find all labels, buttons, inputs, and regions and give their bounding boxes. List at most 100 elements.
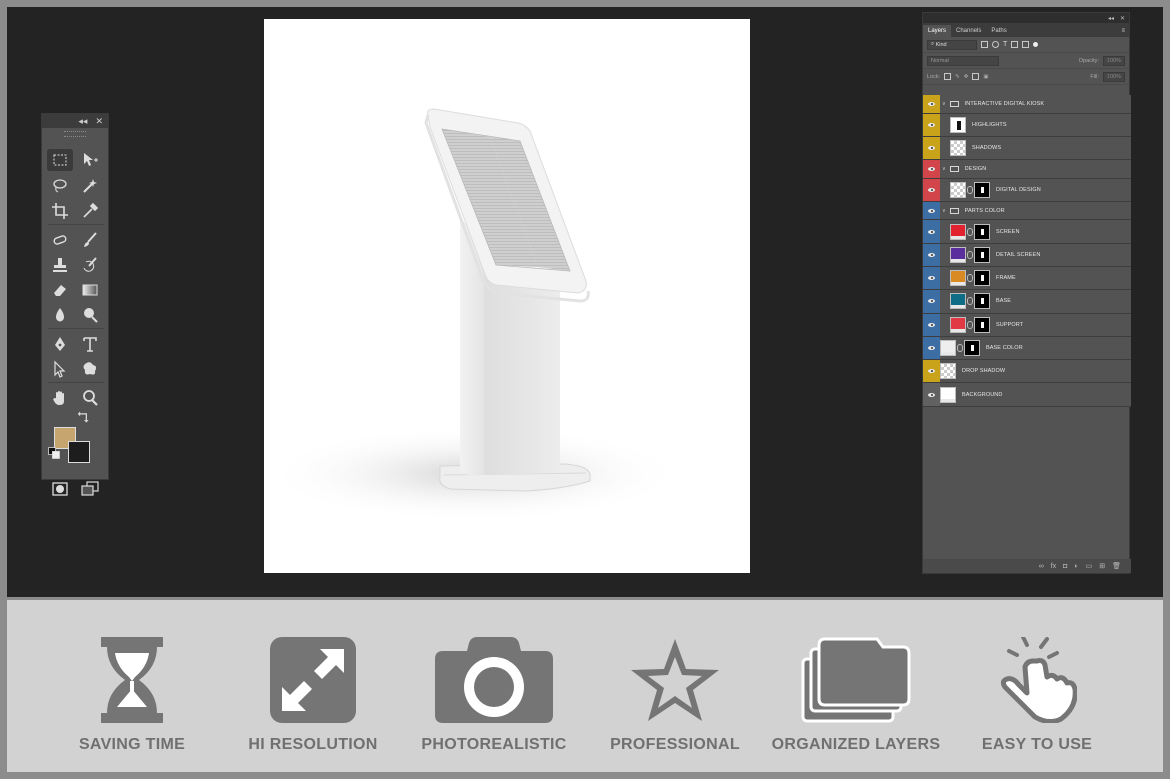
layer-row[interactable]: BACKGROUND [923,383,1131,407]
swap-colors-button[interactable] [77,411,91,423]
visibility-toggle[interactable] [923,95,940,113]
layer-row[interactable]: BASE COLOR [923,336,1131,361]
layer-mask-thumbnail[interactable] [974,270,990,287]
visibility-toggle[interactable] [923,243,940,266]
move-tool[interactable] [77,149,103,171]
layer-row[interactable]: DROP SHADOW [923,360,1131,384]
chevron-down-icon[interactable]: ∨ [942,101,946,107]
visibility-toggle[interactable] [923,266,940,290]
document-canvas[interactable] [264,19,750,573]
visibility-toggle[interactable] [923,220,940,243]
new-group-icon[interactable]: ▭ [1086,562,1093,570]
layer-row[interactable]: SCREEN [923,220,1131,244]
tab-paths[interactable]: Paths [986,25,1011,37]
visibility-toggle[interactable] [923,136,940,160]
delete-layer-icon[interactable]: 🗑 [1112,562,1121,570]
link-icon[interactable] [967,227,973,236]
visibility-toggle[interactable] [923,201,940,220]
lock-pixels-icon[interactable]: ✎ [955,74,960,80]
visibility-toggle[interactable] [923,360,940,383]
opacity-field[interactable]: 100% [1102,55,1125,66]
lock-transparent-icon[interactable] [944,73,952,80]
close-icon[interactable]: ✕ [95,116,103,126]
collapse-icon[interactable]: ◂◂ [1108,15,1114,22]
shape-filter-icon[interactable] [1011,41,1019,48]
visibility-toggle[interactable] [923,290,940,313]
adjustment-filter-icon[interactable] [992,41,999,48]
layer-row[interactable]: FRAME [923,266,1131,291]
layer-style-icon[interactable]: fx [1051,563,1056,570]
visibility-toggle[interactable] [923,336,940,360]
blur-tool[interactable] [47,304,73,326]
layer-group-row[interactable]: ∨ DESIGN [923,160,1131,179]
smart-object-filter-icon[interactable] [1022,41,1030,48]
healing-brush-tool[interactable] [47,229,73,251]
link-icon[interactable] [967,297,973,306]
crop-tool[interactable] [47,200,73,222]
layer-mask-thumbnail[interactable] [974,316,990,333]
collapse-icon[interactable]: ◂◂ [78,116,87,126]
lock-all-icon[interactable]: ▣ [983,74,988,80]
lock-position-icon[interactable]: ✥ [964,74,969,80]
lasso-tool[interactable] [47,175,73,197]
layer-group-row[interactable]: ∨ PARTS COLOR [923,201,1131,221]
layer-row[interactable]: DETAIL SCREEN [923,243,1131,267]
layer-row[interactable]: SUPPORT [923,313,1131,337]
visibility-toggle[interactable] [923,313,940,336]
pixel-filter-icon[interactable] [981,41,988,48]
visibility-toggle[interactable] [923,178,940,201]
link-icon[interactable] [967,185,973,194]
eyedropper-tool[interactable] [77,200,103,222]
link-icon[interactable] [967,250,973,259]
filter-toggle-icon[interactable] [1033,42,1039,47]
eraser-tool[interactable] [47,279,73,301]
panel-menu-icon[interactable]: ≡ [1117,25,1129,37]
layer-row[interactable]: DIGITAL DESIGN [923,178,1131,202]
layer-group-row[interactable]: ∨ INTERACTIVE DIGITAL KIOSK [923,95,1131,114]
visibility-toggle[interactable] [923,383,940,406]
lock-artboard-icon[interactable] [972,73,980,80]
fill-field[interactable]: 100% [1102,71,1125,82]
quick-mask-button[interactable] [47,478,73,500]
layer-row[interactable]: BASE [923,290,1131,314]
layer-mask-thumbnail[interactable] [964,340,980,357]
path-selection-tool[interactable] [47,358,73,380]
pen-tool[interactable] [47,333,73,355]
type-filter-icon[interactable]: T [1003,41,1007,48]
zoom-tool[interactable] [77,387,103,409]
filter-kind-select[interactable]: ⌕ Kind [927,39,977,50]
chevron-down-icon[interactable]: ∨ [942,208,946,214]
magic-wand-tool[interactable] [77,175,103,197]
background-color-swatch[interactable] [68,441,90,463]
layer-mask-thumbnail[interactable] [974,246,990,263]
visibility-toggle[interactable] [923,113,940,136]
screen-mode-button[interactable] [77,478,103,500]
link-icon[interactable] [967,274,973,283]
link-icon[interactable] [967,320,973,329]
add-mask-icon[interactable]: ◘ [1063,563,1067,570]
link-layers-icon[interactable]: ∞ [1039,563,1044,570]
custom-shape-tool[interactable] [77,358,103,380]
blend-mode-select[interactable]: Normal [927,55,999,66]
history-brush-tool[interactable] [77,254,103,276]
adjustment-layer-icon[interactable]: ◐ [1074,563,1078,570]
gradient-tool[interactable] [77,279,103,301]
default-colors-button[interactable] [47,447,61,459]
marquee-tool[interactable] [47,149,73,171]
dodge-tool[interactable] [77,304,103,326]
close-icon[interactable]: ✕ [1120,15,1125,22]
clone-stamp-tool[interactable] [47,254,73,276]
chevron-down-icon[interactable]: ∨ [942,166,946,172]
visibility-toggle[interactable] [923,160,940,178]
tab-channels[interactable]: Channels [951,25,986,37]
layer-mask-thumbnail[interactable] [974,181,990,198]
new-layer-icon[interactable]: ⊞ [1099,562,1105,570]
layer-row[interactable]: SHADOWS [923,136,1131,161]
type-tool[interactable] [77,333,103,355]
layer-row[interactable]: HIGHLIGHTS [923,113,1131,137]
brush-tool[interactable] [77,229,103,251]
layer-mask-thumbnail[interactable] [974,223,990,240]
tab-layers[interactable]: Layers [923,25,952,37]
link-icon[interactable] [957,344,963,353]
hand-tool[interactable] [47,387,73,409]
